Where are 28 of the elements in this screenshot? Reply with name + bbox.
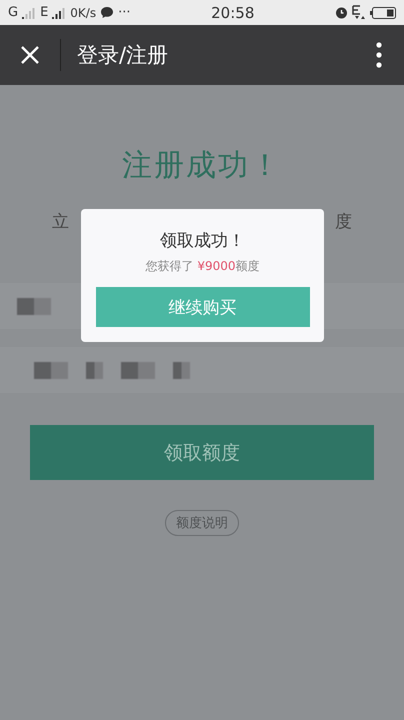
signal-icon	[22, 6, 36, 18]
page-title: 登录/注册	[77, 42, 170, 69]
info-button[interactable]: 额度说明	[165, 510, 239, 536]
close-icon	[20, 45, 40, 65]
speed-label: 0K/s	[70, 6, 96, 20]
chat-icon	[100, 6, 114, 19]
network-label: E	[40, 5, 48, 20]
blurred-content	[34, 362, 68, 378]
subtitle-text: 立	[52, 211, 69, 233]
more-label: ···	[118, 5, 131, 20]
alarm-icon	[335, 6, 348, 19]
success-heading: 注册成功！	[122, 147, 282, 185]
claim-button[interactable]: 领取额度	[30, 425, 374, 480]
dialog-title: 领取成功！	[160, 230, 245, 252]
signal-icon	[52, 6, 66, 18]
blurred-content	[173, 362, 190, 378]
data-transfer-icon	[352, 5, 366, 20]
subtitle-text: 度	[335, 211, 352, 233]
network-label: G	[8, 5, 18, 20]
input-field[interactable]	[0, 347, 404, 393]
continue-button[interactable]: 继续购买	[96, 287, 310, 327]
dialog-message: 您获得了 ¥9000额度	[145, 258, 260, 275]
blurred-content	[121, 362, 155, 378]
clock-time: 20:58	[211, 4, 254, 22]
blurred-content	[86, 362, 103, 378]
battery-icon	[370, 6, 396, 18]
blurred-content	[17, 298, 51, 314]
more-icon	[376, 42, 382, 68]
